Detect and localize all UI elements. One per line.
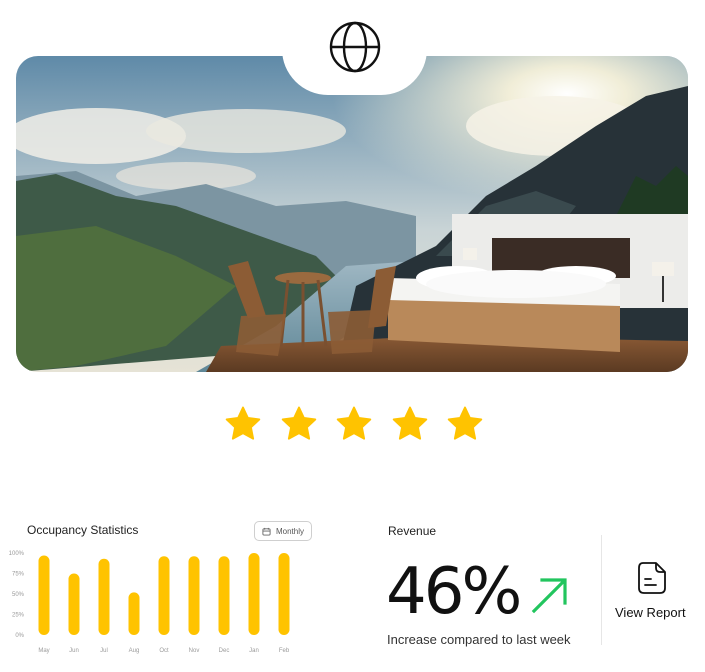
hero-scene <box>16 56 688 372</box>
x-tick-label: Dec <box>219 648 230 654</box>
hero-image <box>16 56 688 372</box>
bar-jan <box>248 553 260 635</box>
divider <box>601 535 602 645</box>
star-icon <box>281 406 316 440</box>
x-tick-label: Nov <box>189 648 200 654</box>
y-tick-label: 100% <box>9 551 25 557</box>
period-label: Monthly <box>275 526 304 536</box>
period-select-button[interactable]: Monthly <box>254 521 312 541</box>
bar-jun <box>68 573 80 635</box>
bar-oct <box>158 556 170 635</box>
x-tick-label: Feb <box>279 648 290 654</box>
star-rating <box>224 405 484 447</box>
y-tick-label: 0% <box>15 633 24 639</box>
x-tick-label: Jul <box>100 648 108 654</box>
arrow-up-right-icon <box>531 578 567 614</box>
bar-nov <box>188 556 200 635</box>
occupancy-title: Occupancy Statistics <box>27 523 139 537</box>
view-report-button[interactable]: View Report <box>615 605 686 620</box>
star-icon <box>447 406 483 440</box>
globe-tab[interactable] <box>282 0 427 95</box>
y-tick-label: 25% <box>12 613 25 619</box>
x-tick-label: May <box>38 648 49 654</box>
bar-feb <box>278 553 290 635</box>
document-icon[interactable] <box>634 560 670 596</box>
bar-aug <box>128 592 140 635</box>
star-icon <box>336 406 372 440</box>
star-icon <box>392 406 427 440</box>
y-tick-label: 50% <box>12 592 25 598</box>
x-tick-label: Jun <box>69 648 79 654</box>
x-tick-label: Oct <box>159 648 169 654</box>
bar-jul <box>98 558 110 635</box>
bar-may <box>38 555 50 635</box>
revenue-title: Revenue <box>388 524 437 538</box>
star-icon <box>225 406 261 440</box>
globe-icon <box>329 21 380 72</box>
y-tick-label: 75% <box>12 572 25 578</box>
calendar-icon <box>262 527 271 536</box>
x-tick-label: Aug <box>129 648 140 654</box>
revenue-caption: Increase compared to last week <box>387 632 571 647</box>
occupancy-bar-chart: 100% 75% 50% 25% 0% May Jun Jul Aug Oct Nov Dec Jan F… <box>9 551 290 654</box>
bar-dec <box>218 556 230 635</box>
revenue-value: 46% <box>386 555 522 629</box>
x-tick-label: Jan <box>249 648 259 654</box>
